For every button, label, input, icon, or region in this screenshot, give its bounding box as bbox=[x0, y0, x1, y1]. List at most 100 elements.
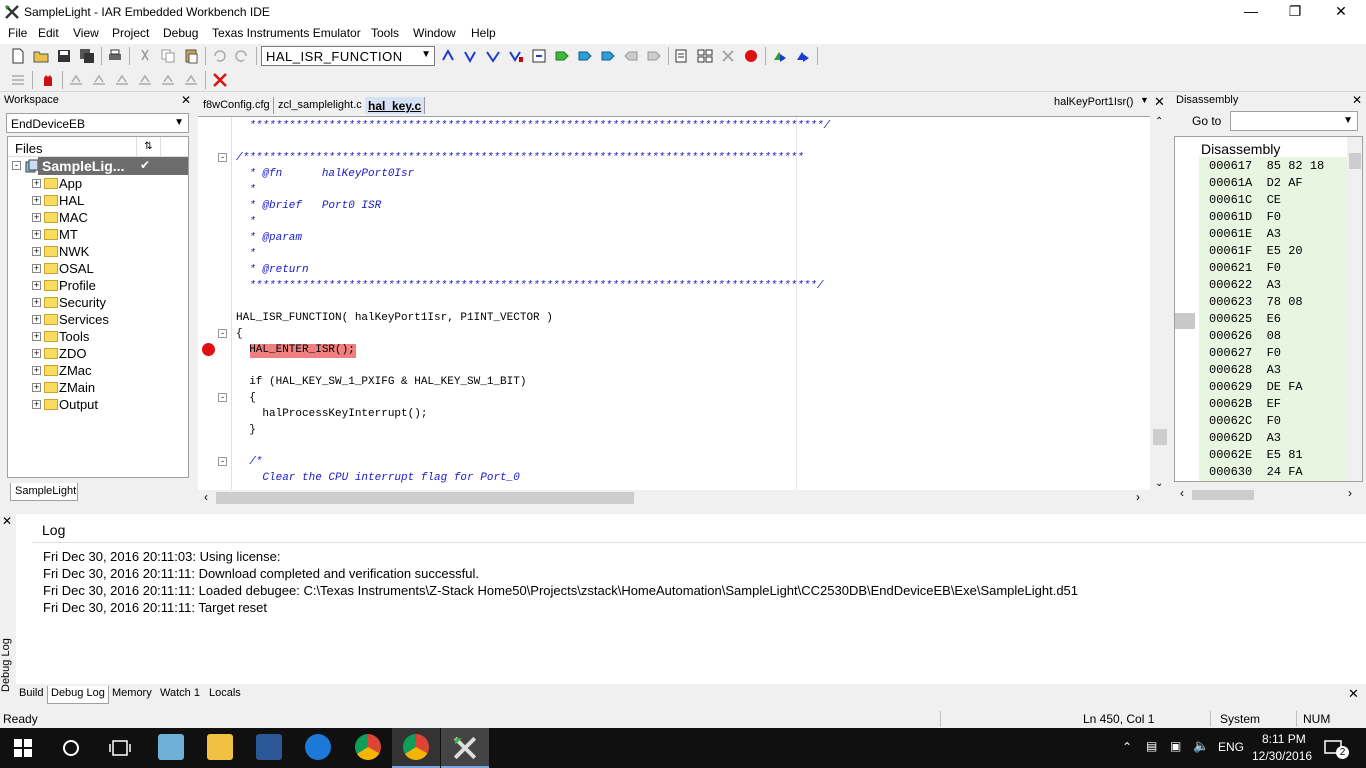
close-button[interactable]: ✕ bbox=[1318, 0, 1364, 24]
chevron-up-icon[interactable]: ⌃ bbox=[1122, 740, 1132, 754]
redo-icon[interactable] bbox=[234, 48, 250, 64]
go-icon[interactable] bbox=[183, 72, 199, 88]
tree-group-hal[interactable]: + HAL bbox=[8, 192, 188, 209]
maximize-button[interactable]: ❐ bbox=[1272, 0, 1318, 24]
clock-date[interactable]: 12/30/2016 bbox=[1252, 749, 1312, 763]
stop-debugging-icon[interactable] bbox=[212, 72, 228, 88]
expand-icon[interactable]: + bbox=[32, 366, 41, 375]
disassembly-row[interactable]: 000626 08 bbox=[1209, 329, 1281, 343]
menu-view[interactable]: View bbox=[73, 26, 99, 40]
replace-icon[interactable] bbox=[508, 48, 524, 64]
editor-horizontal-scrollbar[interactable]: ‹ › bbox=[198, 490, 1150, 506]
step-over-icon[interactable] bbox=[68, 72, 84, 88]
edge-icon[interactable] bbox=[305, 734, 331, 760]
menu-file[interactable]: File bbox=[8, 26, 27, 40]
tree-group-app[interactable]: + App bbox=[8, 175, 188, 192]
expand-icon[interactable]: + bbox=[32, 383, 41, 392]
tab-watch-1[interactable]: Watch 1 bbox=[157, 686, 203, 704]
disassembly-row[interactable]: 000628 A3 bbox=[1209, 363, 1281, 377]
tab-f8wconfig[interactable]: f8wConfig.cfg bbox=[200, 97, 274, 114]
expand-icon[interactable]: + bbox=[32, 400, 41, 409]
collapse-icon[interactable]: - bbox=[12, 161, 21, 170]
iar-taskbar-icon[interactable] bbox=[452, 735, 478, 761]
code-editor[interactable]: ---- ***********************************… bbox=[198, 116, 1150, 490]
workspace-tab-samplelight[interactable]: SampleLight bbox=[10, 483, 78, 501]
find-next-icon[interactable] bbox=[440, 48, 456, 64]
expand-icon[interactable]: + bbox=[32, 281, 41, 290]
taskbar-app-icon[interactable] bbox=[158, 734, 184, 760]
save-icon[interactable] bbox=[56, 48, 72, 64]
file-explorer-icon[interactable] bbox=[207, 734, 233, 760]
expand-icon[interactable]: + bbox=[32, 247, 41, 256]
breakpoint-icon[interactable] bbox=[202, 343, 215, 356]
disassembly-row[interactable]: 000617 85 82 18 bbox=[1209, 159, 1324, 173]
disassembly-row[interactable]: 000623 78 08 bbox=[1209, 295, 1303, 309]
toggle-breakpoint-icon[interactable] bbox=[743, 48, 759, 64]
disassembly-row[interactable]: 00062C F0 bbox=[1209, 414, 1281, 428]
tree-group-services[interactable]: + Services bbox=[8, 311, 188, 328]
disassembly-hscroll[interactable]: ‹ › bbox=[1174, 486, 1363, 502]
minimize-button[interactable]: — bbox=[1228, 0, 1274, 24]
tree-group-nwk[interactable]: + NWK bbox=[8, 243, 188, 260]
tree-group-osal[interactable]: + OSAL bbox=[8, 260, 188, 277]
disassembly-row[interactable]: 00061D F0 bbox=[1209, 210, 1281, 224]
disassembly-row[interactable]: 00062E E5 81 bbox=[1209, 448, 1303, 462]
nav-forward-icon[interactable] bbox=[646, 48, 662, 64]
windows-start-icon[interactable] bbox=[14, 739, 32, 757]
workspace-close-icon[interactable]: ✕ bbox=[181, 93, 191, 107]
project-root[interactable]: - SampleLig... ✔ bbox=[8, 157, 188, 175]
disassembly-row[interactable]: 00061A D2 AF bbox=[1209, 176, 1303, 190]
scroll-left-icon[interactable]: ‹ bbox=[1180, 486, 1184, 500]
nav-back-icon[interactable] bbox=[623, 48, 639, 64]
tab-memory[interactable]: Memory bbox=[109, 686, 155, 704]
expand-icon[interactable]: + bbox=[32, 264, 41, 273]
log-close-icon[interactable]: ✕ bbox=[2, 514, 12, 528]
disassembly-row[interactable]: 00061F E5 20 bbox=[1209, 244, 1303, 258]
disassembly-close-icon[interactable]: ✕ bbox=[1352, 93, 1362, 107]
step-into-icon[interactable] bbox=[91, 72, 107, 88]
copy-icon[interactable] bbox=[160, 48, 176, 64]
disassembly-vscroll-thumb[interactable] bbox=[1349, 153, 1361, 169]
disassembly-row[interactable]: 00061C CE bbox=[1209, 193, 1281, 207]
disassembly-row[interactable]: 000627 F0 bbox=[1209, 346, 1281, 360]
disassembly-row[interactable]: 000622 A3 bbox=[1209, 278, 1281, 292]
debug-without-download-icon[interactable] bbox=[795, 48, 811, 64]
bottom-panel-close-icon[interactable]: ✕ bbox=[1348, 686, 1359, 702]
open-folder-icon[interactable] bbox=[33, 48, 49, 64]
menu-project[interactable]: Project bbox=[112, 26, 149, 40]
cut-icon[interactable] bbox=[137, 48, 153, 64]
tab-hal-key[interactable]: hal_key.c bbox=[365, 97, 426, 114]
language-indicator[interactable]: ENG bbox=[1218, 740, 1244, 754]
battery-icon[interactable]: ▤ bbox=[1146, 739, 1157, 753]
run-to-cursor-icon[interactable] bbox=[160, 72, 176, 88]
menu-debug[interactable]: Debug bbox=[163, 26, 198, 40]
disassembly-row[interactable]: 000621 F0 bbox=[1209, 261, 1281, 275]
step-out-icon[interactable] bbox=[114, 72, 130, 88]
fold-icon[interactable]: - bbox=[218, 153, 227, 162]
goto-icon[interactable] bbox=[531, 48, 547, 64]
print-icon[interactable] bbox=[107, 48, 123, 64]
disassembly-row[interactable]: 000629 DE FA bbox=[1209, 380, 1303, 394]
fold-icon[interactable]: - bbox=[218, 329, 227, 338]
bookmark-toggle-icon[interactable] bbox=[554, 48, 570, 64]
expand-icon[interactable]: + bbox=[32, 298, 41, 307]
tree-group-profile[interactable]: + Profile bbox=[8, 277, 188, 294]
task-view-icon[interactable] bbox=[109, 739, 131, 757]
bookmark-next-icon[interactable] bbox=[577, 48, 593, 64]
scroll-right-icon[interactable]: › bbox=[1348, 486, 1352, 500]
tree-group-output[interactable]: + Output bbox=[8, 396, 188, 413]
expand-icon[interactable]: + bbox=[32, 349, 41, 358]
fold-icon[interactable]: - bbox=[218, 457, 227, 466]
expand-icon[interactable]: + bbox=[32, 179, 41, 188]
find-in-files-icon[interactable] bbox=[485, 48, 501, 64]
tree-group-tools[interactable]: + Tools bbox=[8, 328, 188, 345]
search-icon[interactable] bbox=[62, 739, 80, 757]
menu-edit[interactable]: Edit bbox=[38, 26, 59, 40]
disassembly-hscroll-thumb[interactable] bbox=[1192, 490, 1254, 500]
function-nav-dropdown-icon[interactable]: ▼ bbox=[1140, 95, 1149, 105]
disassembly-row[interactable]: 00061E A3 bbox=[1209, 227, 1281, 241]
disassembly-row[interactable]: 00062D A3 bbox=[1209, 431, 1281, 445]
tab-zcl-samplelight[interactable]: zcl_samplelight.c bbox=[275, 97, 366, 114]
menu-window[interactable]: Window bbox=[413, 26, 456, 40]
scroll-down-icon[interactable]: ⌄ bbox=[1155, 478, 1163, 489]
